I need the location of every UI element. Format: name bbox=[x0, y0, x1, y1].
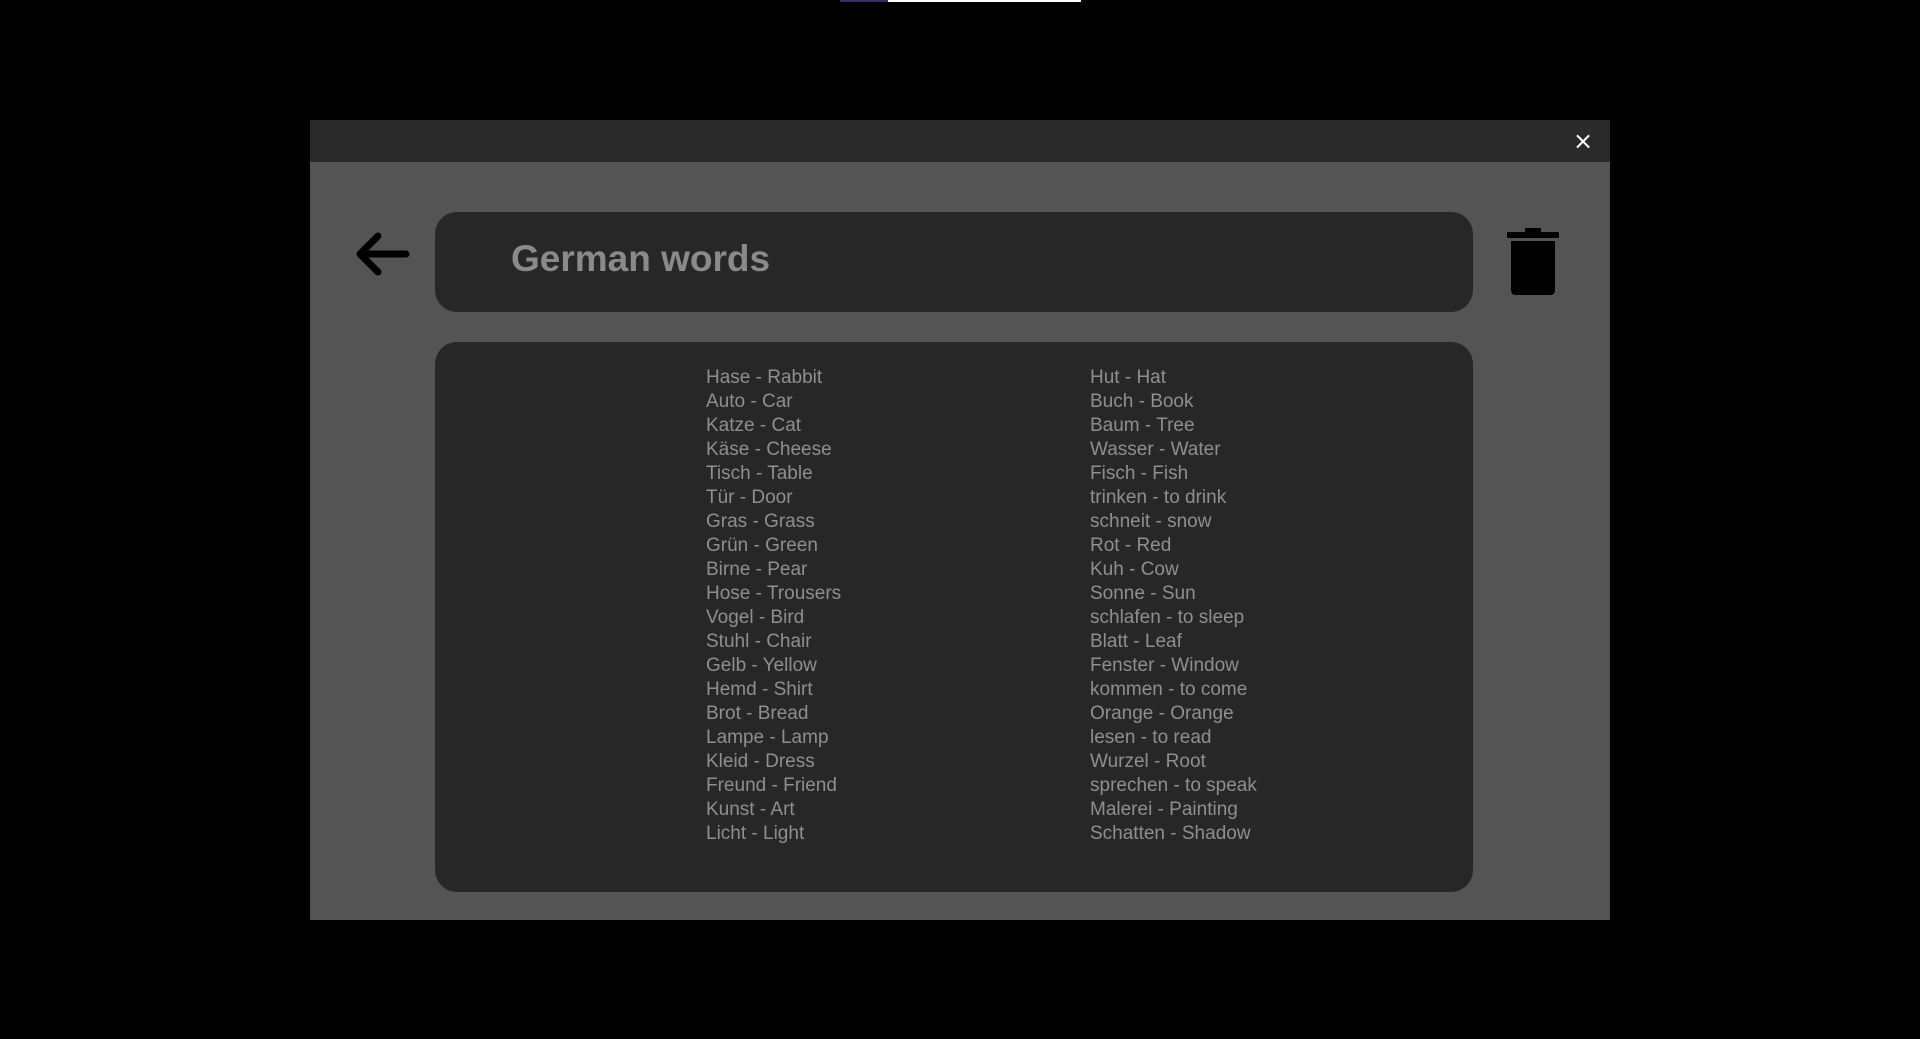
word-item: Gelb - Yellow bbox=[706, 655, 817, 676]
title-box: German words bbox=[435, 212, 1473, 312]
word-list-modal: × German words Hase - Rabbit Auto - Car Ka… bbox=[310, 120, 1610, 920]
word-item: Stuhl - Chair bbox=[706, 631, 812, 652]
word-item: schneit - snow bbox=[1090, 511, 1212, 532]
word-item: Gras - Grass bbox=[706, 511, 815, 532]
word-item: Birne - Pear bbox=[706, 559, 808, 580]
word-item: Baum - Tree bbox=[1090, 415, 1195, 436]
word-item: Kuh - Cow bbox=[1090, 559, 1179, 580]
word-item: Fenster - Window bbox=[1090, 655, 1239, 676]
trash-icon bbox=[1507, 228, 1559, 295]
page-title: German words bbox=[511, 238, 771, 279]
word-item: Hut - Hat bbox=[1090, 367, 1167, 388]
word-item: Licht - Light bbox=[706, 823, 805, 844]
word-item: Buch - Book bbox=[1090, 391, 1194, 412]
back-button[interactable] bbox=[350, 228, 412, 280]
word-item: Orange - Orange bbox=[1090, 703, 1234, 724]
word-list-panel: Hase - Rabbit Auto - Car Katze - Cat Käse -… bbox=[435, 342, 1473, 892]
word-item: Sonne - Sun bbox=[1090, 583, 1196, 604]
word-item: Hose - Trousers bbox=[706, 583, 842, 604]
word-item: lesen - to read bbox=[1090, 727, 1212, 748]
arrow-left-icon bbox=[356, 232, 410, 276]
delete-button[interactable] bbox=[1506, 228, 1560, 296]
word-item: Schatten - Shadow bbox=[1090, 823, 1251, 844]
word-item: Lampe - Lamp bbox=[706, 727, 829, 748]
word-item: Tisch - Table bbox=[706, 463, 813, 484]
word-item: Katze - Cat bbox=[706, 415, 802, 436]
word-list-right: Hut - Hat Buch - Book Baum - Tree Wasser - … bbox=[1090, 366, 1257, 846]
word-item: Blatt - Leaf bbox=[1090, 631, 1182, 652]
word-item: Hemd - Shirt bbox=[706, 679, 813, 700]
top-strip-accent bbox=[840, 0, 888, 2]
word-item: Käse - Cheese bbox=[706, 439, 832, 460]
word-item: sprechen - to speak bbox=[1090, 775, 1257, 796]
word-item: trinken - to drink bbox=[1090, 487, 1227, 508]
word-item: Brot - Bread bbox=[706, 703, 809, 724]
word-item: Rot - Red bbox=[1090, 535, 1172, 556]
modal-titlebar: × bbox=[310, 120, 1610, 162]
word-item: Grün - Green bbox=[706, 535, 818, 556]
word-item: Vogel - Bird bbox=[706, 607, 805, 628]
word-item: kommen - to come bbox=[1090, 679, 1248, 700]
word-item: Wasser - Water bbox=[1090, 439, 1221, 460]
word-item: Wurzel - Root bbox=[1090, 751, 1206, 772]
word-item: Kunst - Art bbox=[706, 799, 795, 820]
word-item: Kleid - Dress bbox=[706, 751, 815, 772]
word-item: schlafen - to sleep bbox=[1090, 607, 1245, 628]
word-item: Tür - Door bbox=[706, 487, 793, 508]
word-item: Hase - Rabbit bbox=[706, 367, 823, 388]
word-item: Malerei - Painting bbox=[1090, 799, 1238, 820]
close-button[interactable]: × bbox=[1570, 128, 1596, 154]
word-item: Freund - Friend bbox=[706, 775, 837, 796]
word-list-left: Hase - Rabbit Auto - Car Katze - Cat Käse -… bbox=[706, 366, 841, 846]
word-item: Auto - Car bbox=[706, 391, 793, 412]
word-item: Fisch - Fish bbox=[1090, 463, 1189, 484]
